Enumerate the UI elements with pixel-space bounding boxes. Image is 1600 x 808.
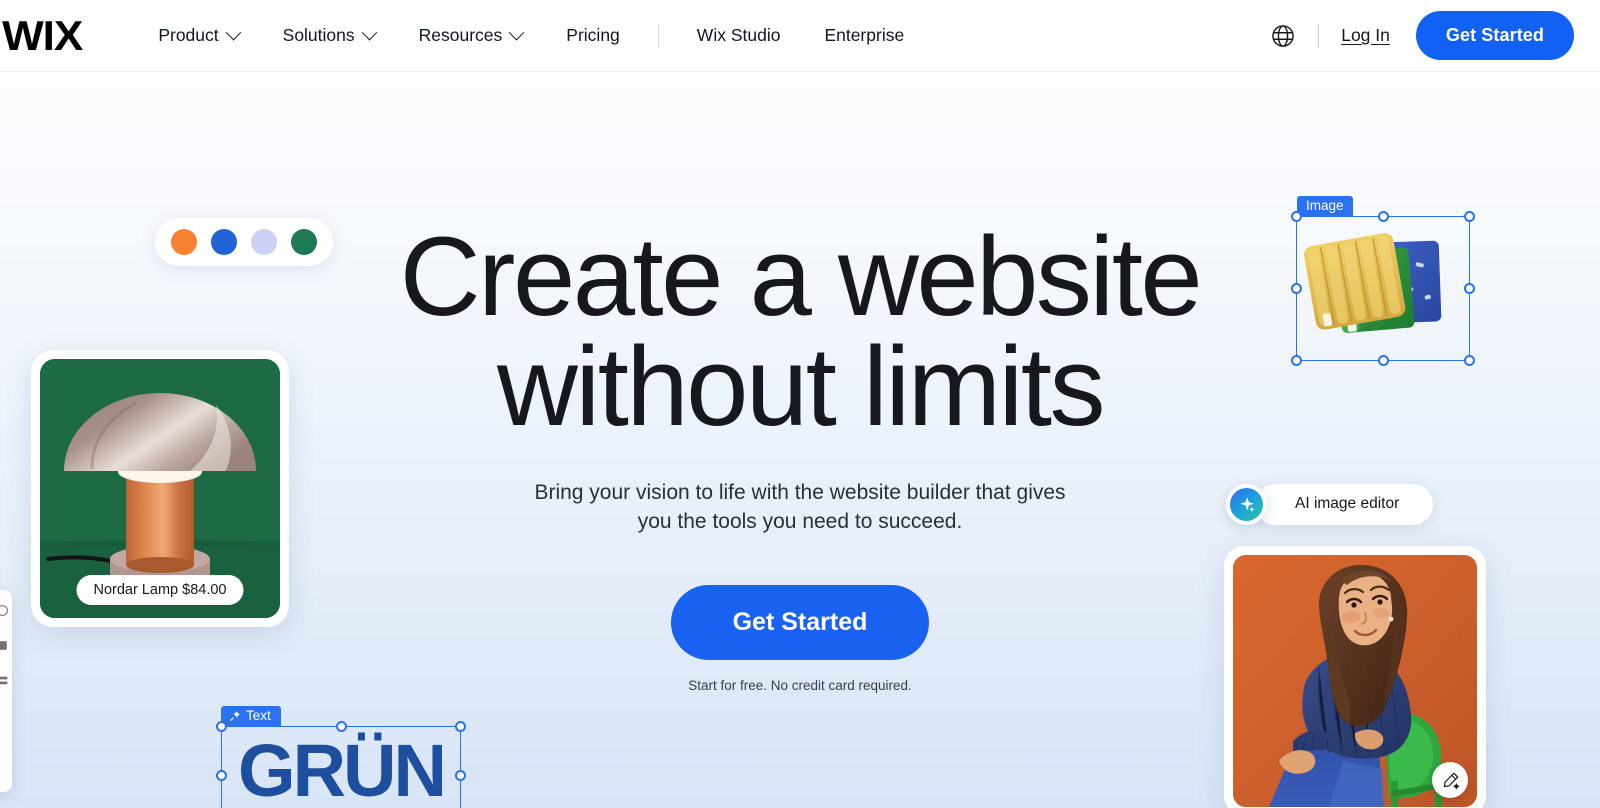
pin-icon (230, 710, 240, 721)
cta-disclaimer: Start for free. No credit card required. (688, 678, 912, 694)
nav-item-label: Solutions (282, 25, 355, 45)
nav-item-wix-studio[interactable]: Wix Studio (675, 17, 803, 54)
resize-handle-top-right[interactable] (455, 721, 466, 732)
resize-handle-top-center[interactable] (1377, 211, 1389, 222)
selection-badge-image: Image (1297, 196, 1353, 216)
text-element-selection[interactable]: Text GRÜN (216, 706, 466, 808)
nav-item-solutions[interactable]: Solutions (261, 17, 397, 54)
resize-handle-bottom-right[interactable] (1464, 355, 1475, 366)
page-title: Create a website without limits (400, 221, 1203, 443)
editor-side-toolbar[interactable] (0, 590, 12, 792)
nav-item-label: Product (158, 25, 219, 45)
resize-handle-top-left[interactable] (216, 721, 227, 732)
nav-item-label: Pricing (566, 25, 620, 45)
get-started-button-header[interactable]: Get Started (1415, 11, 1574, 60)
header-separator (1318, 23, 1320, 48)
chevron-down-icon (509, 24, 525, 41)
selection-badge-text: Text (221, 706, 281, 726)
chevron-down-icon (361, 24, 377, 41)
ai-cursor-dot (1226, 484, 1267, 525)
nav-item-label: Wix Studio (696, 25, 781, 45)
resize-handle-middle-left[interactable] (216, 769, 227, 781)
resize-handle-middle-right[interactable] (1464, 283, 1475, 294)
nav-item-product[interactable]: Product (136, 17, 260, 54)
resize-handle-top-right[interactable] (1464, 211, 1475, 222)
resize-handle-middle-right[interactable] (455, 769, 466, 781)
photo-image-model (1233, 555, 1477, 807)
headline-line-2: without limits (496, 323, 1106, 449)
headline-line-1: Create a website (399, 214, 1203, 339)
main-navigation: Product Solutions Resources Pricing Wix … (136, 17, 926, 54)
photo-card-model[interactable] (1224, 546, 1486, 808)
nav-item-label: Resources (418, 25, 503, 45)
circle-icon[interactable] (0, 604, 9, 617)
resize-handle-bottom-left[interactable] (1291, 355, 1302, 366)
nav-item-enterprise[interactable]: Enterprise (802, 17, 926, 54)
ai-image-editor-label: AI image editor (1255, 484, 1434, 525)
pencil-sparkle-icon (1443, 772, 1459, 789)
site-header: WIX Product Solutions Resources Pricing … (0, 0, 1600, 72)
grun-text: GRÜN (238, 729, 447, 808)
selection-badge-label: Text (246, 708, 271, 723)
wix-logo[interactable]: WIX (2, 14, 83, 57)
image-element-selection[interactable]: Image (1291, 196, 1475, 366)
globe-icon[interactable] (1270, 23, 1296, 49)
header-actions: Log In Get Started (1270, 11, 1600, 60)
nav-item-label: Enterprise (824, 25, 905, 45)
resize-handle-bottom-center[interactable] (1377, 355, 1389, 366)
resize-handle-top-left[interactable] (1291, 211, 1302, 222)
nav-item-resources[interactable]: Resources (397, 17, 545, 54)
hero-section: Nordar Lamp $84.00 Create a website with… (0, 72, 1600, 808)
resize-handle-top-center[interactable] (335, 721, 347, 732)
hero-subtitle: Bring your vision to life with the websi… (534, 480, 1066, 534)
square-icon[interactable] (0, 639, 9, 652)
ai-image-editor-cursor[interactable]: AI image editor (1226, 484, 1434, 525)
cushions-illustration (1304, 233, 1442, 333)
ai-edit-image-button[interactable] (1432, 762, 1468, 798)
nav-item-pricing[interactable]: Pricing (544, 17, 642, 54)
layers-icon[interactable] (0, 674, 9, 687)
chevron-down-icon (225, 24, 241, 41)
resize-handle-middle-left[interactable] (1291, 283, 1302, 294)
login-link[interactable]: Log In (1341, 25, 1390, 46)
sparkle-icon (1230, 488, 1263, 521)
nav-separator (657, 22, 659, 49)
get-started-button-hero[interactable]: Get Started (670, 585, 930, 661)
